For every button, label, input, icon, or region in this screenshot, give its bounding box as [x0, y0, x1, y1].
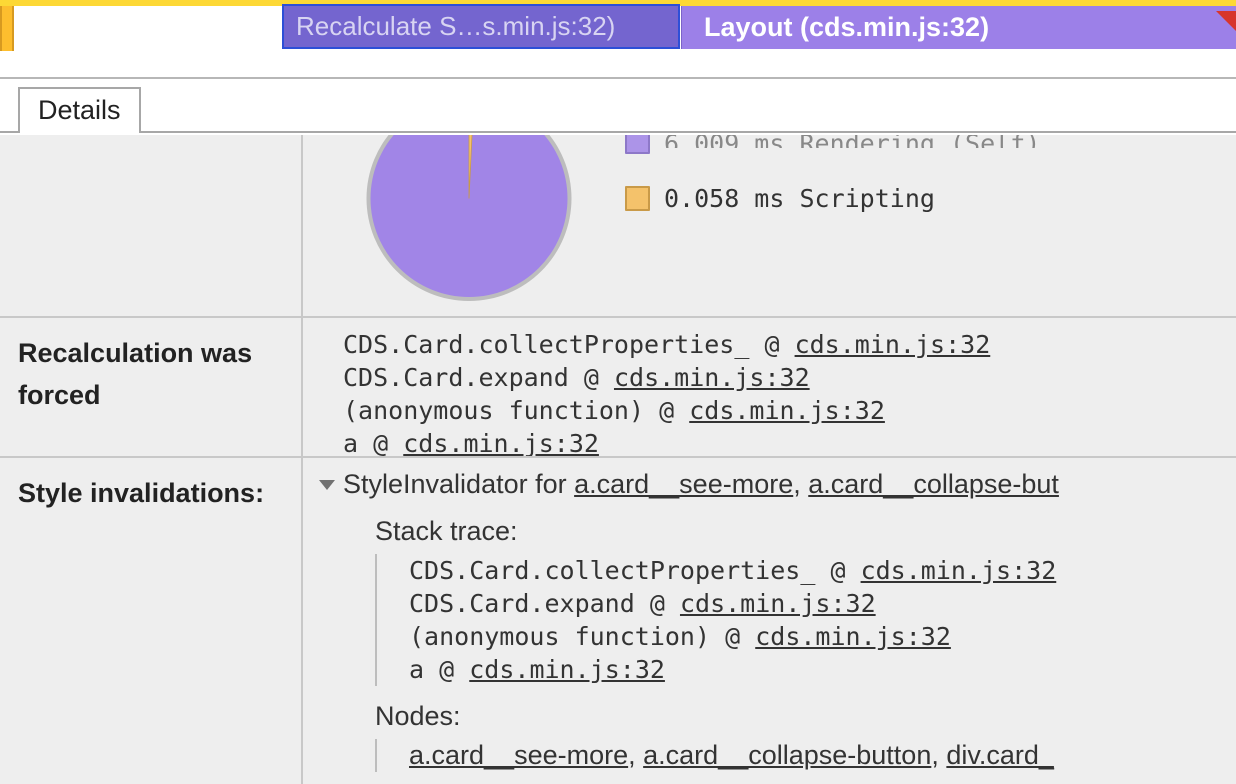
stack-frame: a @ cds.min.js:32: [409, 653, 1236, 686]
swatch-yellow: [625, 186, 650, 211]
flame-event-scripting[interactable]: [0, 6, 14, 51]
stack-frame: CDS.Card.expand @ cds.min.js:32: [409, 587, 1236, 620]
legend-item-scripting: 0.058 ms Scripting: [625, 186, 1040, 211]
stack-frame: CDS.Card.collectProperties_ @ cds.min.js…: [343, 328, 1236, 361]
stack-frame: CDS.Card.expand @ cds.min.js:32: [343, 361, 1236, 394]
row-style-invalidations: Style invalidations: StyleInvalidator fo…: [0, 456, 1236, 784]
aggregated-time-row: 6.009 ms Rendering (Self) 0.058 ms Scrip…: [0, 135, 1236, 316]
chevron-down-icon[interactable]: [319, 480, 335, 490]
flame-chart-strip: Recalculate S…s.min.js:32) Layout (cds.m…: [0, 0, 1236, 77]
stack-trace-heading: Stack trace:: [375, 515, 1236, 548]
node-link[interactable]: a.card__collapse-button: [643, 740, 931, 770]
stack-frame: (anonymous function) @ cds.min.js:32: [343, 394, 1236, 427]
details-panel: 6.009 ms Rendering (Self) 0.058 ms Scrip…: [0, 135, 1236, 784]
stack-frame: (anonymous function) @ cds.min.js:32: [409, 620, 1236, 653]
node-link[interactable]: div.card_: [946, 740, 1054, 770]
label-recalculation-forced: Recalculation was forced: [0, 318, 301, 456]
node-link[interactable]: a.card__see-more: [409, 740, 628, 770]
recalc-stack: CDS.Card.collectProperties_ @ cds.min.js…: [301, 318, 1236, 456]
source-link[interactable]: cds.min.js:32: [680, 589, 876, 618]
source-link[interactable]: cds.min.js:32: [614, 363, 810, 392]
invalidator-tree-item[interactable]: StyleInvalidator for a.card__see-more, a…: [319, 468, 1236, 501]
legend-item-rendering: 6.009 ms Rendering (Self): [625, 135, 1040, 154]
nodes-heading: Nodes:: [375, 700, 1236, 733]
legend-text-scripting: 0.058 ms Scripting: [664, 186, 935, 211]
pie-legend: 6.009 ms Rendering (Self) 0.058 ms Scrip…: [625, 135, 1040, 243]
node-link[interactable]: a.card__see-more: [574, 469, 793, 499]
flame-event-layout-label: Layout (cds.min.js:32): [704, 12, 989, 42]
tab-details[interactable]: Details: [18, 87, 141, 133]
invalidator-header-prefix: StyleInvalidator for: [343, 469, 574, 499]
invalidator-stack: CDS.Card.collectProperties_ @ cds.min.js…: [375, 554, 1236, 686]
source-link[interactable]: cds.min.js:32: [469, 655, 665, 684]
invalidated-nodes: a.card__see-more, a.card__collapse-butto…: [375, 739, 1236, 772]
source-link[interactable]: cds.min.js:32: [861, 556, 1057, 585]
row-recalculation-forced: Recalculation was forced CDS.Card.collec…: [0, 316, 1236, 456]
label-style-invalidations: Style invalidations:: [0, 458, 301, 784]
stack-frame: CDS.Card.collectProperties_ @ cds.min.js…: [409, 554, 1236, 587]
source-link[interactable]: cds.min.js:32: [403, 429, 599, 458]
flame-event-layout[interactable]: Layout (cds.min.js:32): [681, 6, 1236, 49]
flame-event-recalculate-style[interactable]: Recalculate S…s.min.js:32): [282, 4, 680, 49]
source-link[interactable]: cds.min.js:32: [795, 330, 991, 359]
details-tab-bar: Details: [0, 77, 1236, 133]
source-link[interactable]: cds.min.js:32: [755, 622, 951, 651]
legend-text-rendering: 6.009 ms Rendering (Self): [664, 135, 1040, 148]
style-invalidations-body: StyleInvalidator for a.card__see-more, a…: [301, 458, 1236, 784]
warning-icon: [1216, 11, 1236, 31]
time-pie-chart: [336, 135, 602, 305]
node-link[interactable]: a.card__collapse-but: [808, 469, 1059, 499]
swatch-purple: [625, 135, 650, 154]
source-link[interactable]: cds.min.js:32: [689, 396, 885, 425]
